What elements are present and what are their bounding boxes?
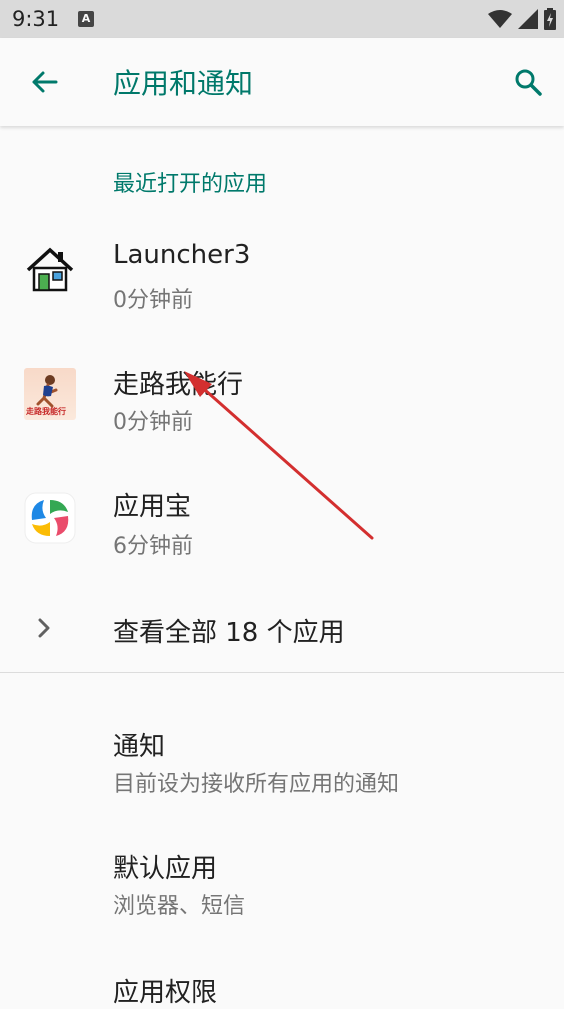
app-bar: 应用和通知: [0, 38, 564, 126]
search-button[interactable]: [506, 60, 550, 104]
page-title: 应用和通知: [113, 67, 254, 100]
yingyongbao-icon: [24, 492, 76, 544]
notification-a-icon: A: [78, 11, 94, 27]
settings-item-title: 默认应用: [113, 854, 218, 884]
app-name: 走路我能行: [113, 370, 244, 400]
settings-item-summary: 浏览器、短信: [113, 894, 246, 919]
walking-app-icon: 走路我能行: [24, 368, 76, 420]
launcher-house-icon: [26, 247, 74, 292]
settings-item-summary: 目前设为接收所有应用的通知: [113, 772, 400, 797]
walking-app-icon-label: 走路我能行: [26, 407, 66, 416]
settings-item-app-permissions[interactable]: 应用权限: [0, 954, 564, 1008]
back-arrow-icon: [32, 71, 58, 93]
status-time: 9:31: [12, 7, 60, 31]
battery-icon: [544, 8, 556, 30]
app-last-used: 0分钟前: [113, 288, 193, 313]
recent-app-walking[interactable]: 走路我能行 走路我能行 0分钟前: [0, 344, 564, 454]
chevron-right-icon: [38, 618, 50, 638]
see-all-apps-button[interactable]: 查看全部 18 个应用: [0, 592, 564, 664]
status-bar: 9:31 A: [0, 0, 564, 38]
section-divider: [0, 672, 564, 673]
app-name: 应用宝: [113, 492, 192, 522]
app-name: Launcher3: [113, 240, 251, 270]
settings-item-title: 应用权限: [113, 978, 218, 1008]
wifi-icon: [488, 10, 512, 28]
search-icon: [515, 69, 542, 96]
status-icons: [488, 8, 556, 30]
recent-app-yingyongbao[interactable]: 应用宝 6分钟前: [0, 468, 564, 578]
settings-item-notifications[interactable]: 通知 目前设为接收所有应用的通知: [0, 706, 564, 816]
see-all-apps-label: 查看全部 18 个应用: [113, 618, 345, 648]
app-last-used: 6分钟前: [113, 534, 193, 559]
settings-item-default-apps[interactable]: 默认应用 浏览器、短信: [0, 830, 564, 940]
signal-icon: [518, 9, 538, 29]
recent-apps-header: 最近打开的应用: [113, 172, 268, 197]
app-last-used: 0分钟前: [113, 410, 193, 435]
settings-item-title: 通知: [113, 732, 166, 762]
back-button[interactable]: [22, 60, 66, 104]
recent-app-launcher3[interactable]: Launcher3 0分钟前: [0, 220, 564, 330]
